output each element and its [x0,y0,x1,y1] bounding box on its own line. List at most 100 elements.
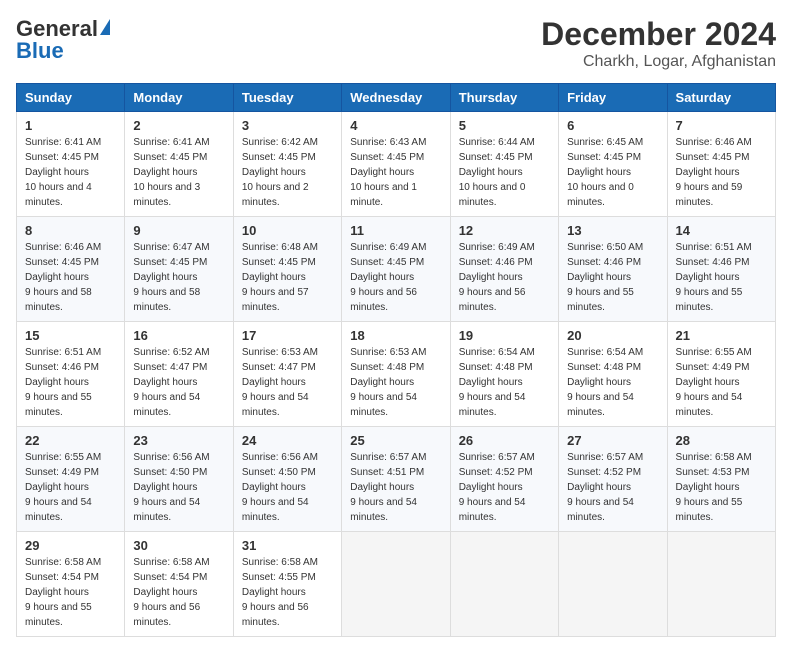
daylight-value: 9 hours and 59 minutes. [676,182,743,208]
day-number: 17 [242,328,333,343]
day-info: Sunrise: 6:51 AM Sunset: 4:46 PM Dayligh… [676,240,767,315]
sunset-label: Sunset: 4:45 PM [676,152,750,163]
day-info: Sunrise: 6:58 AM Sunset: 4:54 PM Dayligh… [133,555,224,630]
calendar-cell: 25 Sunrise: 6:57 AM Sunset: 4:51 PM Dayl… [342,427,450,532]
day-info: Sunrise: 6:55 AM Sunset: 4:49 PM Dayligh… [676,345,767,420]
calendar-cell: 3 Sunrise: 6:42 AM Sunset: 4:45 PM Dayli… [233,112,341,217]
calendar-cell: 14 Sunrise: 6:51 AM Sunset: 4:46 PM Dayl… [667,217,775,322]
day-info: Sunrise: 6:53 AM Sunset: 4:48 PM Dayligh… [350,345,441,420]
calendar-cell: 10 Sunrise: 6:48 AM Sunset: 4:45 PM Dayl… [233,217,341,322]
daylight-label: Daylight hours [133,377,197,388]
day-info: Sunrise: 6:47 AM Sunset: 4:45 PM Dayligh… [133,240,224,315]
day-info: Sunrise: 6:53 AM Sunset: 4:47 PM Dayligh… [242,345,333,420]
sunrise-label: Sunrise: 6:58 AM [676,452,752,463]
day-info: Sunrise: 6:57 AM Sunset: 4:52 PM Dayligh… [567,450,658,525]
day-number: 18 [350,328,441,343]
day-info: Sunrise: 6:49 AM Sunset: 4:45 PM Dayligh… [350,240,441,315]
daylight-label: Daylight hours [567,377,631,388]
sunset-label: Sunset: 4:45 PM [350,257,424,268]
logo-triangle-icon [100,19,110,35]
day-number: 8 [25,223,116,238]
day-number: 14 [676,223,767,238]
daylight-value: 10 hours and 4 minutes. [25,182,92,208]
calendar-header: SundayMondayTuesdayWednesdayThursdayFrid… [17,84,776,112]
daylight-value: 9 hours and 54 minutes. [133,392,200,418]
sunrise-label: Sunrise: 6:52 AM [133,347,209,358]
page-header: General Blue December 2024 Charkh, Logar… [16,16,776,71]
daylight-value: 9 hours and 57 minutes. [242,287,309,313]
day-info: Sunrise: 6:43 AM Sunset: 4:45 PM Dayligh… [350,135,441,210]
title-block: December 2024 Charkh, Logar, Afghanistan [541,16,776,71]
daylight-label: Daylight hours [25,587,89,598]
sunrise-label: Sunrise: 6:54 AM [459,347,535,358]
sunrise-label: Sunrise: 6:46 AM [676,137,752,148]
day-number: 5 [459,118,550,133]
day-number: 30 [133,538,224,553]
daylight-label: Daylight hours [676,272,740,283]
sunset-label: Sunset: 4:45 PM [242,257,316,268]
daylight-label: Daylight hours [676,377,740,388]
day-info: Sunrise: 6:41 AM Sunset: 4:45 PM Dayligh… [133,135,224,210]
daylight-value: 9 hours and 54 minutes. [459,497,526,523]
location-subtitle: Charkh, Logar, Afghanistan [541,53,776,71]
calendar-cell: 2 Sunrise: 6:41 AM Sunset: 4:45 PM Dayli… [125,112,233,217]
calendar-cell: 20 Sunrise: 6:54 AM Sunset: 4:48 PM Dayl… [559,322,667,427]
day-info: Sunrise: 6:58 AM Sunset: 4:53 PM Dayligh… [676,450,767,525]
sunrise-label: Sunrise: 6:41 AM [133,137,209,148]
daylight-value: 9 hours and 58 minutes. [25,287,92,313]
calendar-cell: 23 Sunrise: 6:56 AM Sunset: 4:50 PM Dayl… [125,427,233,532]
sunset-label: Sunset: 4:53 PM [676,467,750,478]
daylight-value: 9 hours and 54 minutes. [459,392,526,418]
day-number: 25 [350,433,441,448]
daylight-label: Daylight hours [242,272,306,283]
weekday-header-thursday: Thursday [450,84,558,112]
daylight-value: 9 hours and 54 minutes. [567,392,634,418]
daylight-value: 9 hours and 54 minutes. [242,392,309,418]
daylight-value: 9 hours and 58 minutes. [133,287,200,313]
day-info: Sunrise: 6:50 AM Sunset: 4:46 PM Dayligh… [567,240,658,315]
daylight-label: Daylight hours [350,482,414,493]
calendar-cell: 4 Sunrise: 6:43 AM Sunset: 4:45 PM Dayli… [342,112,450,217]
day-number: 26 [459,433,550,448]
sunrise-label: Sunrise: 6:58 AM [25,557,101,568]
sunrise-label: Sunrise: 6:47 AM [133,242,209,253]
sunset-label: Sunset: 4:45 PM [133,152,207,163]
sunset-label: Sunset: 4:45 PM [25,257,99,268]
sunrise-label: Sunrise: 6:55 AM [676,347,752,358]
daylight-value: 10 hours and 0 minutes. [567,182,634,208]
sunrise-label: Sunrise: 6:42 AM [242,137,318,148]
day-info: Sunrise: 6:42 AM Sunset: 4:45 PM Dayligh… [242,135,333,210]
daylight-value: 9 hours and 55 minutes. [676,497,743,523]
sunrise-label: Sunrise: 6:50 AM [567,242,643,253]
day-number: 23 [133,433,224,448]
day-number: 31 [242,538,333,553]
daylight-label: Daylight hours [133,272,197,283]
daylight-label: Daylight hours [459,167,523,178]
daylight-value: 9 hours and 56 minutes. [350,287,417,313]
day-number: 9 [133,223,224,238]
daylight-value: 9 hours and 54 minutes. [350,392,417,418]
day-number: 20 [567,328,658,343]
daylight-value: 10 hours and 2 minutes. [242,182,309,208]
sunset-label: Sunset: 4:54 PM [133,572,207,583]
daylight-value: 9 hours and 54 minutes. [567,497,634,523]
day-number: 22 [25,433,116,448]
day-info: Sunrise: 6:57 AM Sunset: 4:51 PM Dayligh… [350,450,441,525]
weekday-header-monday: Monday [125,84,233,112]
calendar-cell: 21 Sunrise: 6:55 AM Sunset: 4:49 PM Dayl… [667,322,775,427]
calendar-cell [559,532,667,637]
sunrise-label: Sunrise: 6:49 AM [350,242,426,253]
weekday-header-friday: Friday [559,84,667,112]
day-info: Sunrise: 6:55 AM Sunset: 4:49 PM Dayligh… [25,450,116,525]
daylight-value: 9 hours and 54 minutes. [676,392,743,418]
day-info: Sunrise: 6:41 AM Sunset: 4:45 PM Dayligh… [25,135,116,210]
calendar-cell: 30 Sunrise: 6:58 AM Sunset: 4:54 PM Dayl… [125,532,233,637]
sunset-label: Sunset: 4:46 PM [676,257,750,268]
sunrise-label: Sunrise: 6:53 AM [242,347,318,358]
calendar-cell [450,532,558,637]
sunset-label: Sunset: 4:47 PM [242,362,316,373]
calendar-cell: 11 Sunrise: 6:49 AM Sunset: 4:45 PM Dayl… [342,217,450,322]
daylight-label: Daylight hours [242,587,306,598]
sunrise-label: Sunrise: 6:58 AM [242,557,318,568]
daylight-value: 9 hours and 56 minutes. [459,287,526,313]
